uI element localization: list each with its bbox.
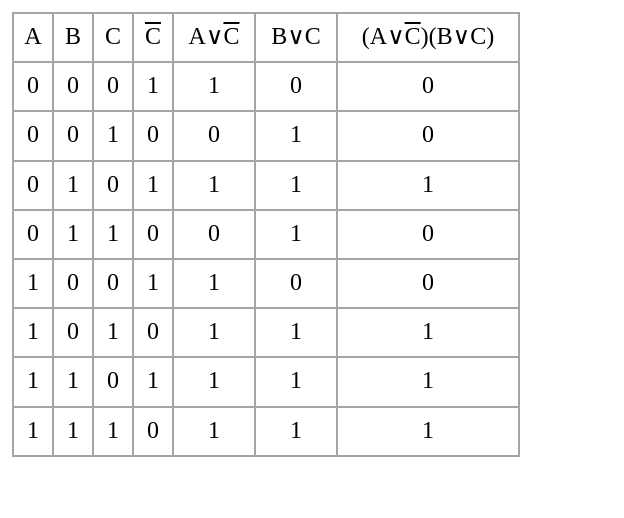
cell: 1 — [13, 407, 53, 456]
cell: 0 — [93, 161, 133, 210]
cell: 1 — [173, 357, 255, 406]
table-row: 1 1 0 1 1 1 1 — [13, 357, 519, 406]
cell: 1 — [93, 407, 133, 456]
table-row: 1 0 0 1 1 0 0 — [13, 259, 519, 308]
cell: 0 — [93, 62, 133, 111]
cell: 0 — [337, 111, 519, 160]
cell: 1 — [13, 308, 53, 357]
cell: 0 — [173, 210, 255, 259]
table-row: 0 1 0 1 1 1 1 — [13, 161, 519, 210]
cell: 0 — [133, 308, 173, 357]
cell: 1 — [255, 210, 337, 259]
cell: 1 — [337, 407, 519, 456]
cell: 1 — [93, 308, 133, 357]
col-header-C: C — [93, 13, 133, 62]
cell: 1 — [53, 407, 93, 456]
text-paren-rest: )(B∨C) — [421, 24, 495, 50]
cell: 1 — [173, 161, 255, 210]
table-row: 0 0 1 0 0 1 0 — [13, 111, 519, 160]
table-row: 0 0 0 1 1 0 0 — [13, 62, 519, 111]
cell: 0 — [255, 259, 337, 308]
cell: 1 — [173, 259, 255, 308]
cell: 1 — [93, 210, 133, 259]
cell: 1 — [133, 259, 173, 308]
cell: 0 — [133, 407, 173, 456]
cell: 1 — [13, 357, 53, 406]
cell: 1 — [53, 210, 93, 259]
cell: 1 — [53, 357, 93, 406]
table-row: 1 1 1 0 1 1 1 — [13, 407, 519, 456]
truth-table: A B C C A∨C B∨C (A∨C)(B∨C) 0 0 0 1 1 0 0… — [12, 12, 520, 457]
cell: 0 — [53, 308, 93, 357]
cell: 0 — [13, 210, 53, 259]
cell: 1 — [255, 111, 337, 160]
cell: 1 — [173, 407, 255, 456]
cell: 1 — [173, 308, 255, 357]
cell: 1 — [337, 161, 519, 210]
cell: 0 — [93, 259, 133, 308]
cell: 0 — [133, 111, 173, 160]
table-row: 1 0 1 0 1 1 1 — [13, 308, 519, 357]
col-header-B: B — [53, 13, 93, 62]
col-header-result: (A∨C)(B∨C) — [337, 13, 519, 62]
overline-C-3: C — [405, 24, 421, 50]
cell: 1 — [93, 111, 133, 160]
cell: 1 — [255, 357, 337, 406]
text-A-or: A∨ — [189, 24, 224, 50]
cell: 1 — [133, 161, 173, 210]
cell: 1 — [173, 62, 255, 111]
cell: 0 — [53, 111, 93, 160]
cell: 1 — [337, 308, 519, 357]
cell: 0 — [337, 259, 519, 308]
cell: 0 — [173, 111, 255, 160]
col-header-A-or-Cbar: A∨C — [173, 13, 255, 62]
cell: 1 — [255, 308, 337, 357]
text-paren-A-or: (A∨ — [362, 24, 405, 50]
cell: 0 — [93, 357, 133, 406]
cell: 0 — [255, 62, 337, 111]
table-row: 0 1 1 0 0 1 0 — [13, 210, 519, 259]
cell: 1 — [53, 161, 93, 210]
overline-C: C — [145, 24, 161, 50]
cell: 0 — [13, 161, 53, 210]
cell: 1 — [133, 62, 173, 111]
cell: 1 — [255, 407, 337, 456]
cell: 1 — [255, 161, 337, 210]
cell: 0 — [13, 62, 53, 111]
cell: 0 — [53, 259, 93, 308]
overline-C-2: C — [223, 24, 239, 50]
cell: 0 — [337, 62, 519, 111]
col-header-Cbar: C — [133, 13, 173, 62]
cell: 0 — [53, 62, 93, 111]
cell: 1 — [13, 259, 53, 308]
cell: 0 — [13, 111, 53, 160]
col-header-A: A — [13, 13, 53, 62]
cell: 0 — [337, 210, 519, 259]
header-row: A B C C A∨C B∨C (A∨C)(B∨C) — [13, 13, 519, 62]
cell: 0 — [133, 210, 173, 259]
col-header-B-or-C: B∨C — [255, 13, 337, 62]
cell: 1 — [133, 357, 173, 406]
cell: 1 — [337, 357, 519, 406]
